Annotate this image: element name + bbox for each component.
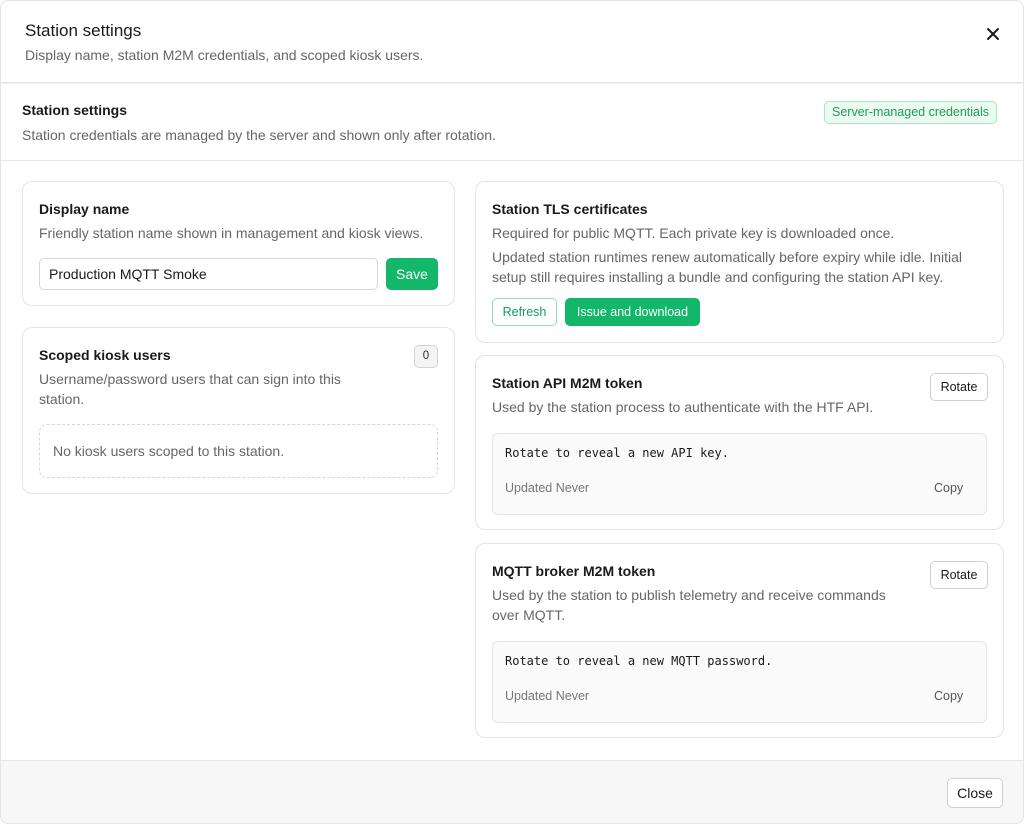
dialog-title: Station settings — [25, 21, 142, 40]
close-icon[interactable] — [981, 22, 1005, 46]
kiosk-users-empty-state: No kiosk users scoped to this station. — [39, 424, 438, 478]
kiosk-users-description-line2: station. — [39, 391, 85, 407]
display-name-input[interactable] — [39, 258, 378, 290]
dialog-footer: Close — [1, 760, 1023, 823]
kiosk-users-title: Scoped kiosk users — [39, 347, 171, 363]
dialog-body: Station settings Station credentials are… — [1, 83, 1023, 760]
mqtt-token-title: MQTT broker M2M token — [492, 563, 656, 579]
display-name-description: Friendly station name shown in managemen… — [39, 225, 424, 241]
display-name-title: Display name — [39, 201, 130, 217]
kiosk-users-card: Scoped kiosk users 0 Username/password u… — [22, 327, 455, 494]
refresh-button[interactable]: Refresh — [492, 298, 557, 326]
station-settings-dialog: Station settings Display name, station M… — [0, 0, 1024, 824]
api-token-updated: Updated Never — [505, 481, 590, 495]
mqtt-token-copy-button[interactable]: Copy — [934, 689, 963, 703]
rotate-mqtt-token-button[interactable]: Rotate — [930, 561, 988, 589]
tls-line2: Updated station runtimes renew automatic… — [492, 249, 963, 265]
kiosk-users-count-badge: 0 — [414, 345, 438, 368]
api-token-placeholder: Rotate to reveal a new API key. — [505, 446, 729, 460]
api-token-card: Station API M2M token Rotate Used by the… — [475, 355, 1004, 530]
display-name-card: Display name Friendly station name shown… — [22, 181, 455, 306]
server-managed-badge: Server-managed credentials — [824, 101, 998, 124]
tls-certificates-card: Station TLS certificates Required for pu… — [475, 181, 1004, 343]
mqtt-token-box: Rotate to reveal a new MQTT password. Up… — [492, 641, 987, 723]
mqtt-token-description-line1: Used by the station to publish telemetry… — [492, 587, 886, 603]
mqtt-token-description-line2: over MQTT. — [492, 607, 566, 623]
api-token-description: Used by the station process to authentic… — [492, 399, 874, 415]
api-token-box: Rotate to reveal a new API key. Updated … — [492, 433, 987, 515]
tls-line3: setup still requires installing a bundle… — [492, 269, 944, 285]
issue-and-download-button[interactable]: Issue and download — [565, 298, 700, 326]
section-header: Station settings Station credentials are… — [1, 83, 1023, 161]
dialog-subtitle: Display name, station M2M credentials, a… — [25, 47, 424, 63]
api-token-title: Station API M2M token — [492, 375, 643, 391]
kiosk-users-description-line1: Username/password users that can sign in… — [39, 371, 341, 387]
mqtt-token-card: MQTT broker M2M token Rotate Used by the… — [475, 543, 1004, 738]
close-button[interactable]: Close — [947, 778, 1003, 808]
mqtt-token-updated: Updated Never — [505, 689, 590, 703]
tls-title: Station TLS certificates — [492, 201, 648, 217]
dialog-header: Station settings Display name, station M… — [1, 1, 1023, 83]
section-title: Station settings — [22, 102, 128, 118]
tls-line1: Required for public MQTT. Each private k… — [492, 225, 895, 241]
save-button[interactable]: Save — [386, 258, 438, 290]
mqtt-token-placeholder: Rotate to reveal a new MQTT password. — [505, 654, 773, 668]
section-subtitle: Station credentials are managed by the s… — [22, 127, 496, 143]
rotate-api-token-button[interactable]: Rotate — [930, 373, 988, 401]
api-token-copy-button[interactable]: Copy — [934, 481, 963, 495]
